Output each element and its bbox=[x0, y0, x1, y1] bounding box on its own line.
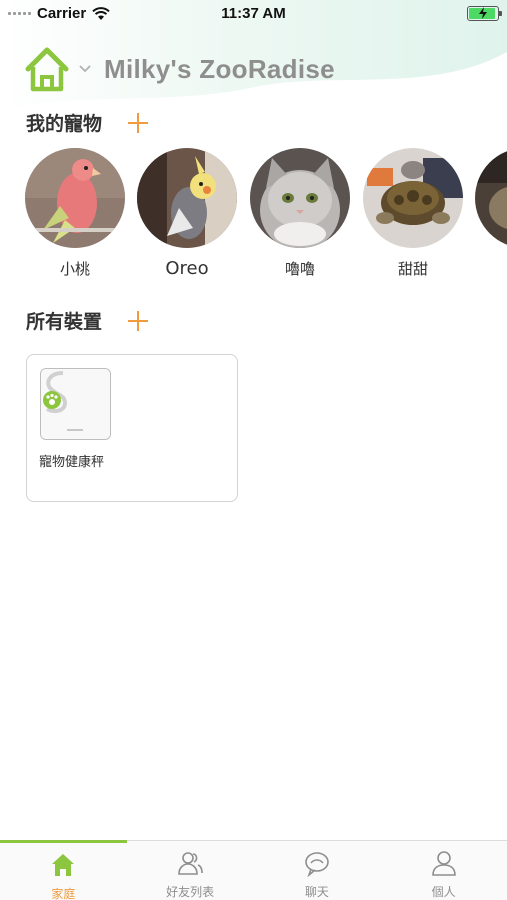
pet-name: Oreo bbox=[165, 258, 209, 279]
pet-item[interactable]: 嚕嚕 bbox=[250, 148, 350, 279]
devices-section-title: 所有裝置 bbox=[26, 311, 103, 333]
tab-label: 家庭 bbox=[51, 887, 76, 900]
add-pet-plus-icon[interactable] bbox=[128, 112, 149, 133]
pet-avatar-bird-cockatiel-icon bbox=[137, 148, 237, 248]
friends-icon bbox=[178, 852, 203, 875]
tab-bar: 家庭 好友列表 聊天 個人 bbox=[0, 840, 507, 900]
pet-name: 小桃 bbox=[59, 260, 90, 278]
pet-item[interactable]: 小桃 bbox=[25, 148, 125, 279]
device-card[interactable]: 寵物健康秤 bbox=[26, 354, 238, 502]
pet-name: 甜甜 bbox=[397, 260, 428, 278]
pet-avatar-partial-icon bbox=[475, 148, 507, 248]
tab-label: 聊天 bbox=[304, 885, 329, 899]
pet-item[interactable]: 甜甜 bbox=[363, 148, 463, 279]
devices-section-header: 所有裝置 bbox=[26, 307, 149, 334]
pet-avatar-tortoise-icon bbox=[363, 148, 463, 248]
tab-profile[interactable]: 個人 bbox=[380, 841, 507, 900]
pets-section-title: 我的寵物 bbox=[26, 113, 103, 135]
pet-item[interactable]: Oreo bbox=[137, 148, 237, 279]
device-name: 寵物健康秤 bbox=[39, 455, 105, 470]
tab-label: 好友列表 bbox=[166, 885, 215, 899]
tab-chat[interactable]: 聊天 bbox=[254, 841, 381, 900]
pets-carousel[interactable]: 小桃 Oreo 嚕嚕 甜甜 bbox=[25, 148, 507, 288]
person-icon bbox=[431, 851, 456, 876]
pet-item[interactable] bbox=[475, 148, 507, 248]
chevron-down-icon[interactable] bbox=[78, 64, 92, 74]
pet-name: 嚕嚕 bbox=[284, 260, 315, 278]
pets-section-header: 我的寵物 bbox=[26, 109, 149, 136]
house-icon[interactable] bbox=[24, 45, 70, 93]
battery-icon bbox=[467, 6, 502, 21]
add-device-plus-icon[interactable] bbox=[128, 310, 149, 331]
chat-icon bbox=[305, 852, 329, 877]
pet-scale-icon bbox=[40, 368, 111, 440]
home-header: Milky's ZooRadise bbox=[24, 44, 335, 94]
home-icon bbox=[52, 854, 75, 876]
home-title[interactable]: Milky's ZooRadise bbox=[104, 54, 335, 85]
tab-friends[interactable]: 好友列表 bbox=[127, 841, 254, 900]
status-bar: Carrier 11:37 AM bbox=[0, 0, 507, 28]
status-time: 11:37 AM bbox=[221, 5, 286, 22]
tab-label: 個人 bbox=[431, 885, 456, 899]
pet-avatar-cat-grey-icon bbox=[250, 148, 350, 248]
pet-avatar-bird-pink-parrot-icon bbox=[25, 148, 125, 248]
tab-home[interactable]: 家庭 bbox=[0, 840, 127, 900]
